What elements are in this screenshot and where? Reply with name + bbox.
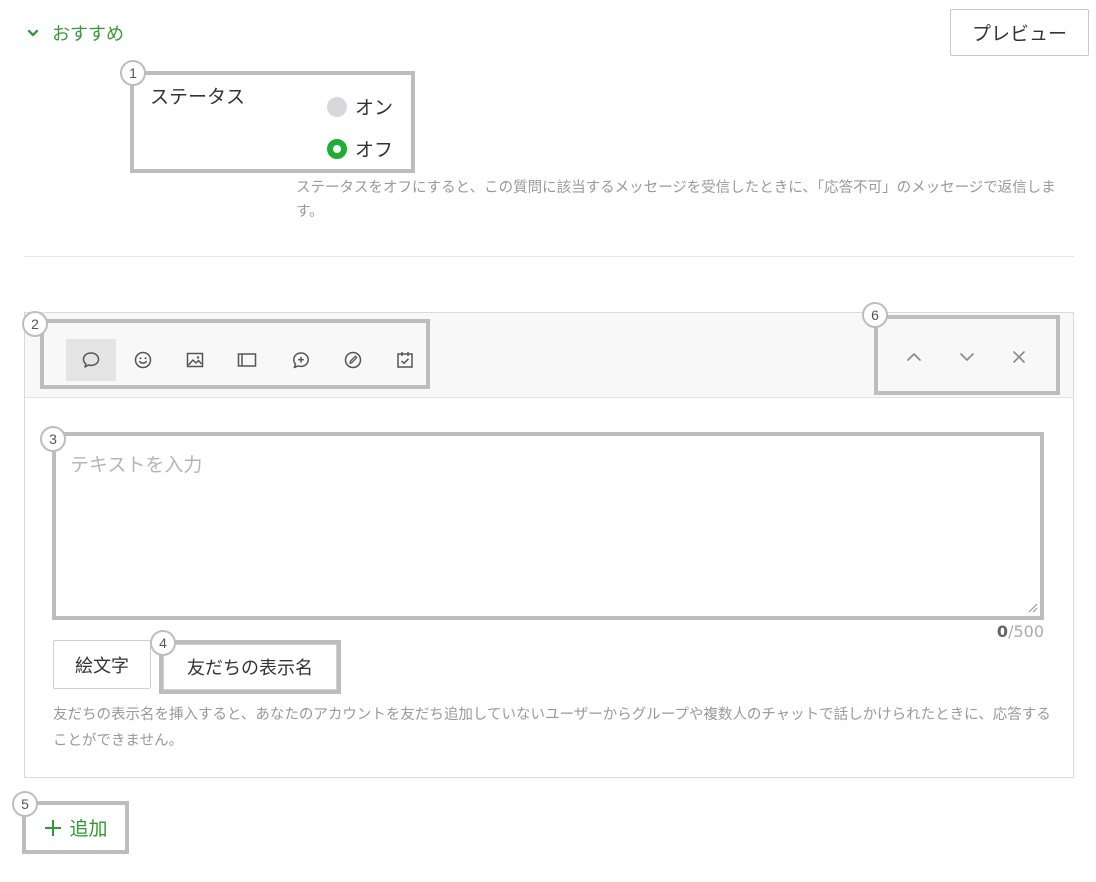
bubble-plus-icon xyxy=(293,352,309,369)
radio-label-on: オン xyxy=(355,97,394,119)
badge-5: 5 xyxy=(12,791,38,817)
chevron-down-icon xyxy=(27,29,39,37)
add-message-button[interactable]: 追加 xyxy=(26,805,125,850)
tool-image-button[interactable] xyxy=(170,339,220,381)
badge-3: 3 xyxy=(40,426,66,452)
move-up-button[interactable] xyxy=(899,342,929,372)
section-toggle-recommended[interactable]: おすすめ xyxy=(26,20,124,46)
image-icon xyxy=(186,352,204,368)
plus-icon xyxy=(45,819,62,836)
move-down-button[interactable] xyxy=(952,342,982,372)
friend-display-name-button[interactable]: 友だちの表示名 xyxy=(163,644,337,690)
character-max: /500 xyxy=(1008,622,1044,641)
remove-button[interactable] xyxy=(1004,342,1034,372)
radio-label-off: オフ xyxy=(355,139,394,161)
calendar-check-icon xyxy=(397,352,413,368)
coupon-icon xyxy=(344,351,362,369)
badge-4: 4 xyxy=(150,630,176,656)
tool-card-button[interactable] xyxy=(222,339,272,381)
preview-button[interactable]: プレビュー xyxy=(950,9,1089,56)
badge-2: 2 xyxy=(22,311,48,337)
divider xyxy=(24,256,1074,257)
card-icon xyxy=(237,353,257,367)
chevron-down-icon xyxy=(960,353,974,361)
close-icon xyxy=(1013,351,1025,363)
tool-coupon-button[interactable] xyxy=(328,339,378,381)
tool-sticker-button[interactable] xyxy=(118,339,168,381)
smiley-icon xyxy=(134,351,152,369)
radio-checked-icon xyxy=(327,138,347,159)
tool-text-button[interactable] xyxy=(66,339,116,381)
message-text-input[interactable] xyxy=(56,436,1040,616)
tool-reservation-button[interactable] xyxy=(380,339,430,381)
section-title: おすすめ xyxy=(52,24,124,45)
badge-1: 1 xyxy=(120,60,146,86)
chevron-up-icon xyxy=(907,353,921,361)
radio-unchecked-icon xyxy=(327,96,347,117)
add-label: 追加 xyxy=(69,818,108,840)
status-label: ステータス xyxy=(150,86,246,108)
speech-bubble-icon xyxy=(82,352,100,368)
status-help-text: ステータスをオフにすると、この質問に該当するメッセージを受信したときに、「応答不… xyxy=(296,180,1056,220)
status-radio-on[interactable]: オン xyxy=(327,93,393,120)
tool-rich-message-button[interactable] xyxy=(276,339,326,381)
friend-name-help-text: 友だちの表示名を挿入すると、あなたのアカウントを友だち追加していないユーザーから… xyxy=(53,707,1051,749)
character-counter: 0/500 xyxy=(960,622,1044,641)
badge-6: 6 xyxy=(862,302,888,328)
emoji-button[interactable]: 絵文字 xyxy=(53,640,151,689)
resize-handle-icon[interactable] xyxy=(1026,601,1038,613)
character-count: 0 xyxy=(996,622,1009,641)
status-radio-off[interactable]: オフ xyxy=(327,135,393,162)
